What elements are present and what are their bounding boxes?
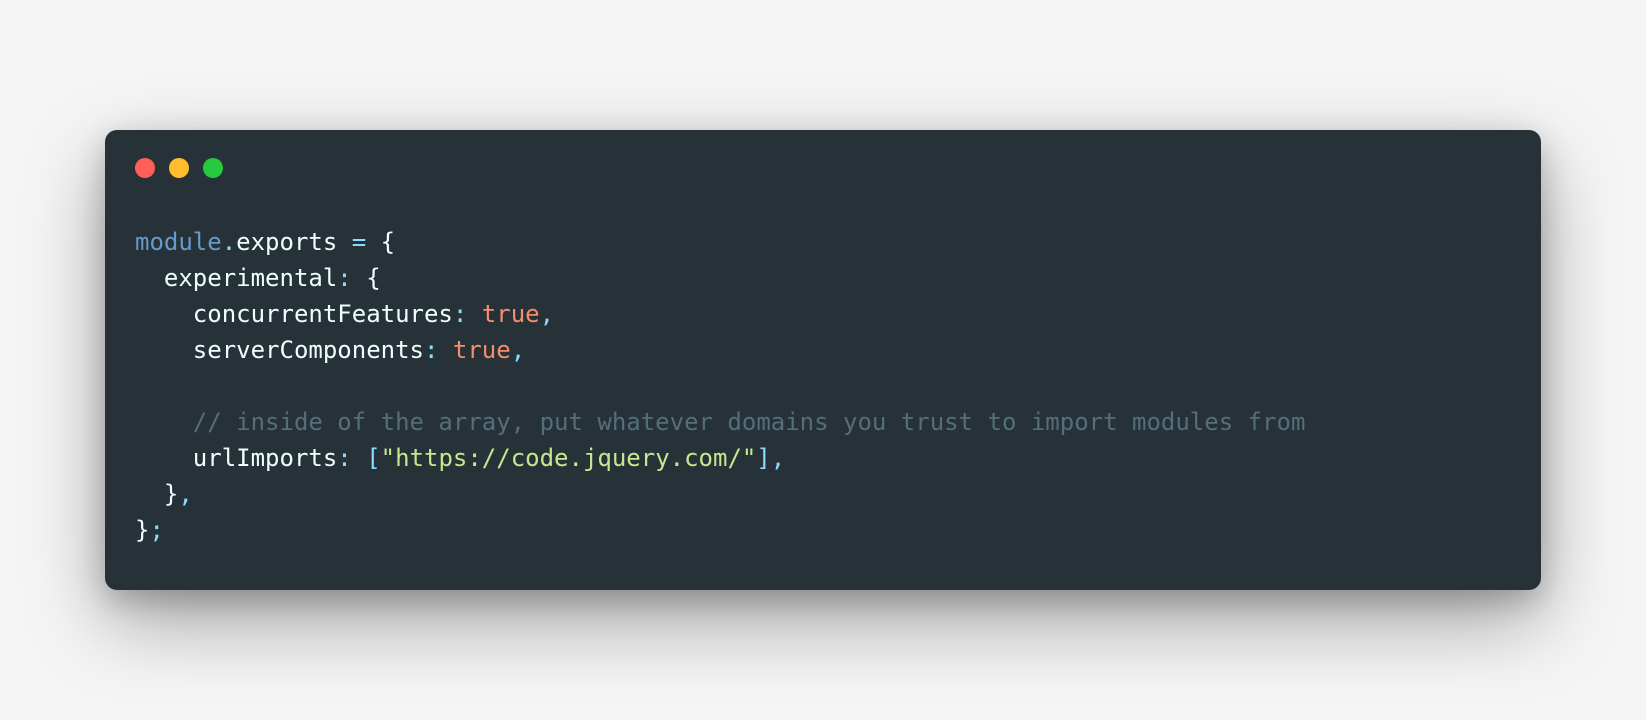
code-token: module: [135, 228, 222, 256]
minimize-icon[interactable]: [169, 158, 189, 178]
code-token: [135, 264, 164, 292]
code-token: experimental: [164, 264, 337, 292]
code-token: [: [366, 444, 380, 472]
code-line: serverComponents: true,: [135, 332, 1511, 368]
close-icon[interactable]: [135, 158, 155, 178]
code-window: module.exports = { experimental: { concu…: [105, 130, 1541, 590]
code-token: [135, 300, 193, 328]
code-token: ,: [511, 336, 525, 364]
code-token: [135, 480, 164, 508]
code-token: :: [337, 264, 351, 292]
code-line: urlImports: ["https://code.jquery.com/"]…: [135, 440, 1511, 476]
code-token: exports: [236, 228, 337, 256]
maximize-icon[interactable]: [203, 158, 223, 178]
code-token: .: [222, 228, 236, 256]
code-token: concurrentFeatures: [193, 300, 453, 328]
code-line: experimental: {: [135, 260, 1511, 296]
code-token: :: [453, 300, 467, 328]
code-token: }: [164, 480, 178, 508]
code-token: ,: [771, 444, 785, 472]
code-line: // inside of the array, put whatever dom…: [135, 404, 1511, 440]
code-token: true: [453, 336, 511, 364]
code-token: {: [381, 228, 395, 256]
code-line: };: [135, 512, 1511, 548]
code-token: [352, 264, 366, 292]
code-token: "https://code.jquery.com/": [381, 444, 757, 472]
code-token: [467, 300, 481, 328]
code-token: urlImports: [193, 444, 338, 472]
code-token: {: [366, 264, 380, 292]
code-line: [135, 368, 1511, 404]
code-token: }: [135, 516, 149, 544]
window-traffic-lights: [135, 158, 1511, 178]
code-token: // inside of the array, put whatever dom…: [193, 408, 1306, 436]
code-token: true: [482, 300, 540, 328]
code-token: serverComponents: [193, 336, 424, 364]
code-token: ,: [540, 300, 554, 328]
code-line: concurrentFeatures: true,: [135, 296, 1511, 332]
code-token: [352, 444, 366, 472]
code-line: module.exports = {: [135, 224, 1511, 260]
code-token: :: [337, 444, 351, 472]
code-token: [135, 336, 193, 364]
code-token: [438, 336, 452, 364]
code-token: [135, 408, 193, 436]
code-token: ;: [149, 516, 163, 544]
code-token: ,: [178, 480, 192, 508]
code-token: [135, 444, 193, 472]
code-block: module.exports = { experimental: { concu…: [135, 224, 1511, 548]
code-token: [366, 228, 380, 256]
code-token: ]: [756, 444, 770, 472]
code-token: =: [352, 228, 366, 256]
code-token: [337, 228, 351, 256]
code-token: :: [424, 336, 438, 364]
code-line: },: [135, 476, 1511, 512]
